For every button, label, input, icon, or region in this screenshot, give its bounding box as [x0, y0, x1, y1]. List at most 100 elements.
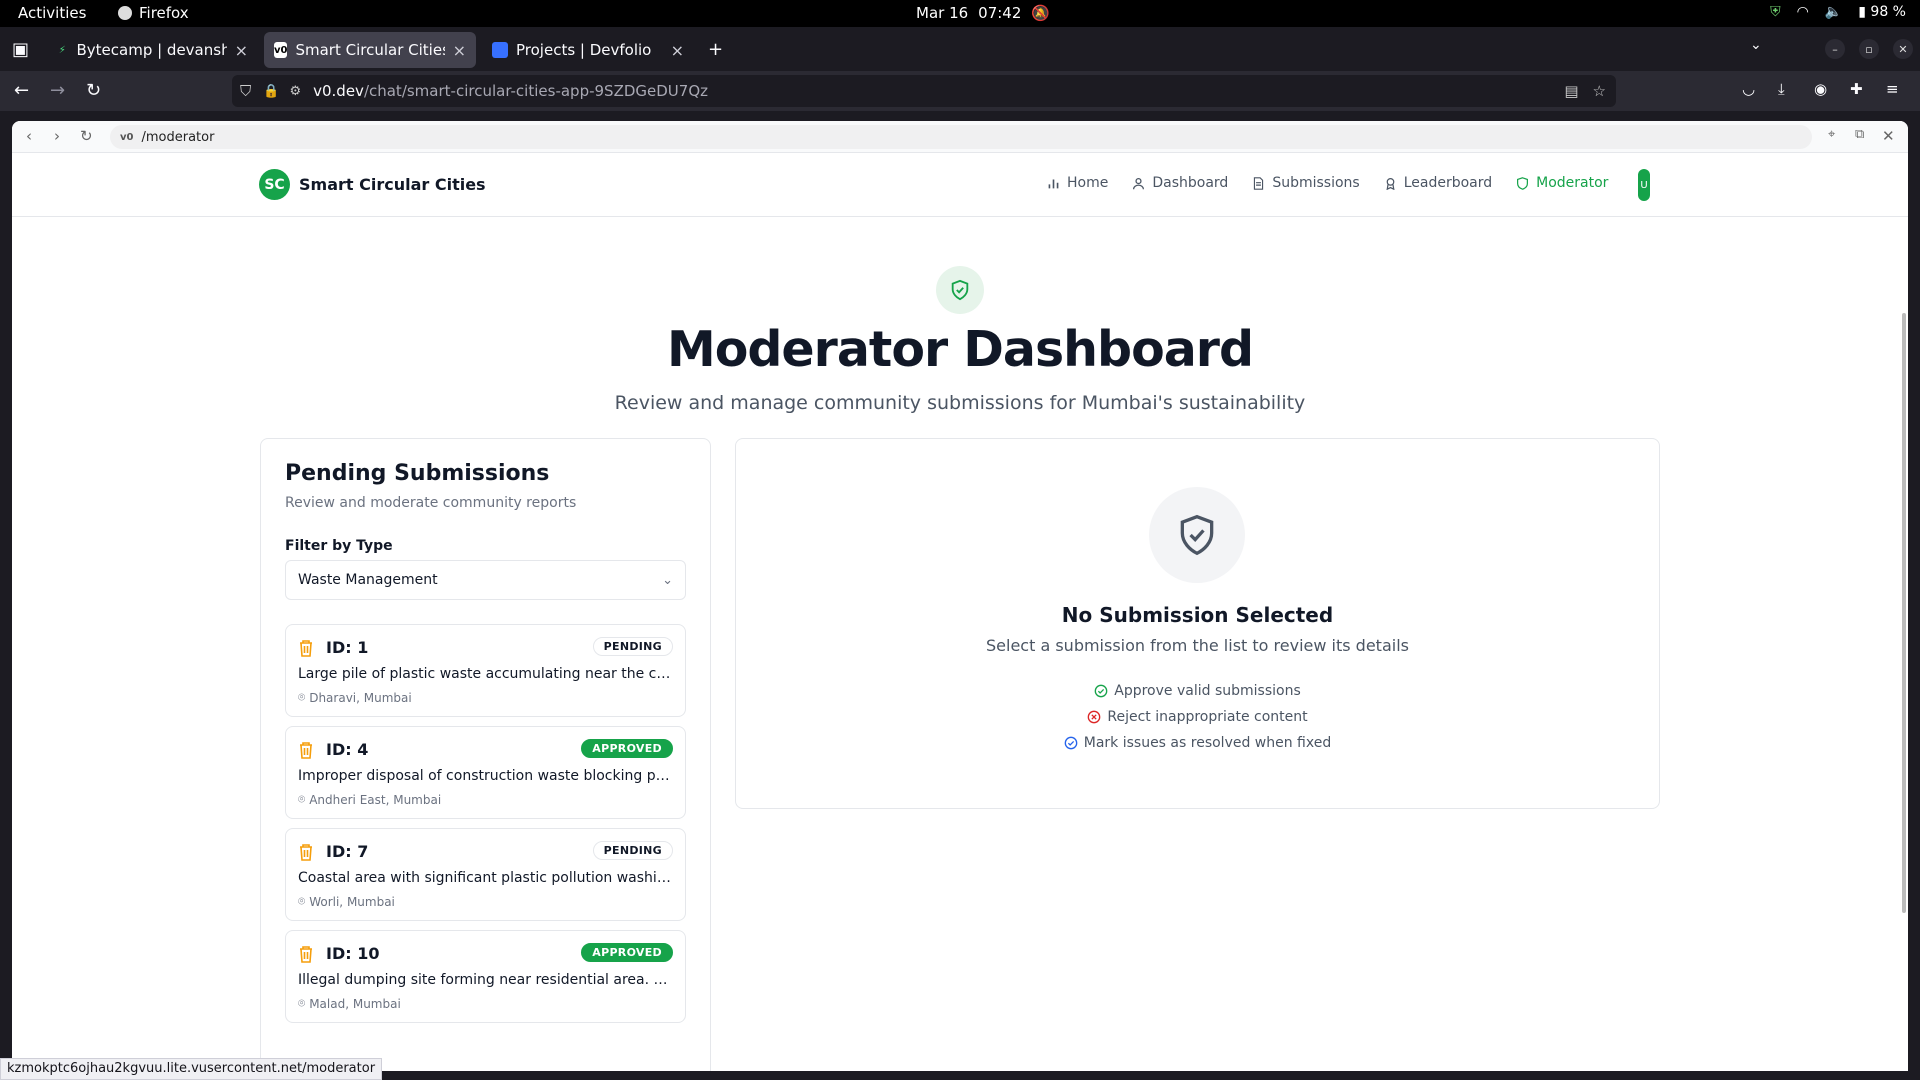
time: 07:42	[978, 4, 1022, 22]
card-title: Pending Submissions	[285, 461, 550, 486]
nav-label: Leaderboard	[1403, 175, 1493, 191]
battery-percent: 98 %	[1870, 4, 1906, 20]
logo-mark: SC	[259, 169, 290, 200]
nav-label: Dashboard	[1152, 175, 1229, 191]
close-window-icon[interactable]: ✕	[1893, 39, 1913, 59]
status-badge: PENDING	[592, 637, 673, 656]
map-pin-icon: ⌾	[298, 996, 306, 1010]
location-text: Andheri East, Mumbai	[309, 792, 442, 807]
minimize-icon[interactable]: –	[1825, 39, 1845, 59]
open-new-window-icon[interactable]: ⧉	[1855, 127, 1864, 142]
tab-list-icon[interactable]: ▣	[12, 39, 36, 60]
close-preview-icon[interactable]: ✕	[1882, 127, 1895, 145]
tip-reject: Reject inappropriate content	[1087, 709, 1308, 725]
close-tab-icon[interactable]: ×	[235, 41, 248, 60]
submission-id: ID: 1	[326, 638, 369, 657]
date: Mar 16	[916, 4, 969, 22]
shield-tray-icon: ⛨	[1770, 4, 1781, 20]
app-page: SC Smart Circular Cities Home Dashboard …	[12, 153, 1908, 1071]
submission-detail-card: No Submission Selected Select a submissi…	[735, 438, 1660, 809]
submission-item[interactable]: ID: 7 PENDING Coastal area with signific…	[285, 828, 686, 921]
list-all-tabs-chevron-icon[interactable]: ⌄	[1750, 37, 1762, 53]
tab-smart-circular-cities[interactable]: v0 Smart Circular Cities app ×	[264, 32, 476, 68]
status-badge: APPROVED	[581, 943, 673, 962]
extensions-icon[interactable]: ✚	[1850, 80, 1863, 98]
card-subtitle: Review and moderate community reports	[285, 495, 577, 511]
link-status-url: kzmokptc6ojhau2kgvuu.lite.vusercontent.n…	[0, 1058, 383, 1080]
tab-bytecamp[interactable]: ⚡ Bytecamp | devansh2020 ×	[46, 32, 258, 68]
tip-text: Mark issues as resolved when fixed	[1083, 735, 1332, 751]
inspect-icon[interactable]: ⌖	[1828, 127, 1835, 142]
activities-button[interactable]: Activities	[18, 4, 86, 22]
award-icon	[1386, 177, 1395, 190]
downloads-icon[interactable]: ⤓	[1778, 80, 1785, 98]
submission-id: ID: 4	[326, 740, 369, 759]
reader-view-icon[interactable]: ▤	[1564, 82, 1578, 100]
close-tab-icon[interactable]: ×	[453, 41, 466, 60]
map-pin-icon: ⌾	[298, 792, 306, 806]
app-logo[interactable]: SC Smart Circular Cities	[259, 169, 486, 200]
logo-name: Smart Circular Cities	[299, 175, 486, 194]
url-bar[interactable]: ⛉ 🔒 ⚙ v0.dev/chat/smart-circular-cities-…	[232, 75, 1616, 107]
bookmark-star-icon[interactable]: ☆	[1593, 82, 1606, 100]
user-avatar[interactable]: U	[1638, 169, 1650, 201]
submission-description: Improper disposal of construction waste …	[298, 768, 675, 784]
preview-forward-icon[interactable]: ›	[54, 127, 60, 145]
pocket-icon[interactable]: ◡	[1742, 80, 1755, 98]
close-tab-icon[interactable]: ×	[671, 41, 684, 60]
nav-home[interactable]: Home	[1047, 175, 1108, 191]
back-arrow-icon[interactable]: ←	[14, 80, 29, 101]
wifi-icon: ◠	[1796, 4, 1809, 20]
app-menu[interactable]: Firefox	[118, 4, 189, 22]
nav-moderator[interactable]: Moderator	[1516, 175, 1608, 191]
trash-icon	[300, 640, 312, 657]
main-nav: Home Dashboard Submissions Leaderboard M…	[1047, 175, 1608, 191]
document-icon	[1254, 176, 1264, 190]
nav-submissions[interactable]: Submissions	[1252, 175, 1360, 191]
reload-icon[interactable]: ↻	[86, 80, 101, 101]
volume-icon: 🔈	[1824, 4, 1843, 20]
submission-location: ⌾ Malad, Mumbai	[298, 996, 401, 1011]
maximize-icon[interactable]: ▫	[1859, 39, 1879, 59]
location-text: Malad, Mumbai	[309, 996, 401, 1011]
submission-item[interactable]: ID: 1 PENDING Large pile of plastic wast…	[285, 624, 686, 717]
map-pin-icon: ⌾	[298, 894, 306, 908]
preview-back-icon[interactable]: ‹	[26, 127, 32, 145]
page-scrollbar[interactable]	[1902, 313, 1906, 913]
filter-type-select[interactable]: Waste Management ⌄	[285, 560, 686, 600]
submission-item[interactable]: ID: 4 APPROVED Improper disposal of cons…	[285, 726, 686, 819]
filter-value: Waste Management	[298, 572, 438, 588]
trash-icon	[300, 946, 312, 963]
submission-item[interactable]: ID: 10 APPROVED Illegal dumping site for…	[285, 930, 686, 1023]
empty-state-subtitle: Select a submission from the list to rev…	[986, 636, 1409, 655]
page-title: Moderator Dashboard	[666, 321, 1254, 378]
url-path: /chat/smart-circular-cities-app-9SZDGeDU…	[363, 82, 708, 100]
check-circle-icon	[1094, 684, 1108, 698]
preview-url-bar[interactable]: v0 /moderator	[110, 125, 1812, 149]
account-icon[interactable]: ◉	[1814, 80, 1827, 98]
preview-reload-icon[interactable]: ↻	[80, 127, 93, 145]
submission-location: ⌾ Dharavi, Mumbai	[298, 690, 412, 705]
clock[interactable]: Mar 16 07:42 🔕	[916, 4, 1050, 22]
nav-leaderboard[interactable]: Leaderboard	[1384, 175, 1492, 191]
permissions-icon[interactable]: ⚙	[289, 84, 301, 99]
tab-devfolio[interactable]: Projects | Devfolio ×	[482, 32, 694, 68]
menu-icon[interactable]: ≡	[1886, 80, 1899, 98]
submission-description: Coastal area with significant plastic po…	[298, 870, 675, 886]
lock-icon[interactable]: 🔒	[263, 84, 279, 99]
nav-dashboard[interactable]: Dashboard	[1132, 175, 1228, 191]
firefox-icon	[118, 6, 132, 20]
forward-arrow-icon[interactable]: →	[50, 80, 65, 101]
preview-toolbar: ‹ › ↻ v0 /moderator ⌖ ⧉ ✕	[12, 121, 1908, 153]
tab-label: Smart Circular Cities app	[295, 41, 444, 59]
new-tab-button[interactable]: +	[708, 39, 723, 60]
nav-label: Moderator	[1536, 175, 1609, 191]
app-name: Firefox	[139, 4, 189, 22]
browser-viewport: ‹ › ↻ v0 /moderator ⌖ ⧉ ✕ SC Smart Circu…	[0, 111, 1920, 1080]
system-tray[interactable]: ⛨ ◠ 🔈 ▮ 98 %	[1770, 4, 1906, 20]
location-text: Dharavi, Mumbai	[309, 690, 412, 705]
tracking-shield-icon[interactable]: ⛉	[240, 82, 251, 100]
notifications-off-icon: 🔕	[1031, 4, 1051, 22]
submission-description: Illegal dumping site forming near reside…	[298, 972, 675, 988]
system-top-bar: Activities Firefox Mar 16 07:42 🔕 ⛨ ◠ 🔈 …	[0, 0, 1920, 27]
